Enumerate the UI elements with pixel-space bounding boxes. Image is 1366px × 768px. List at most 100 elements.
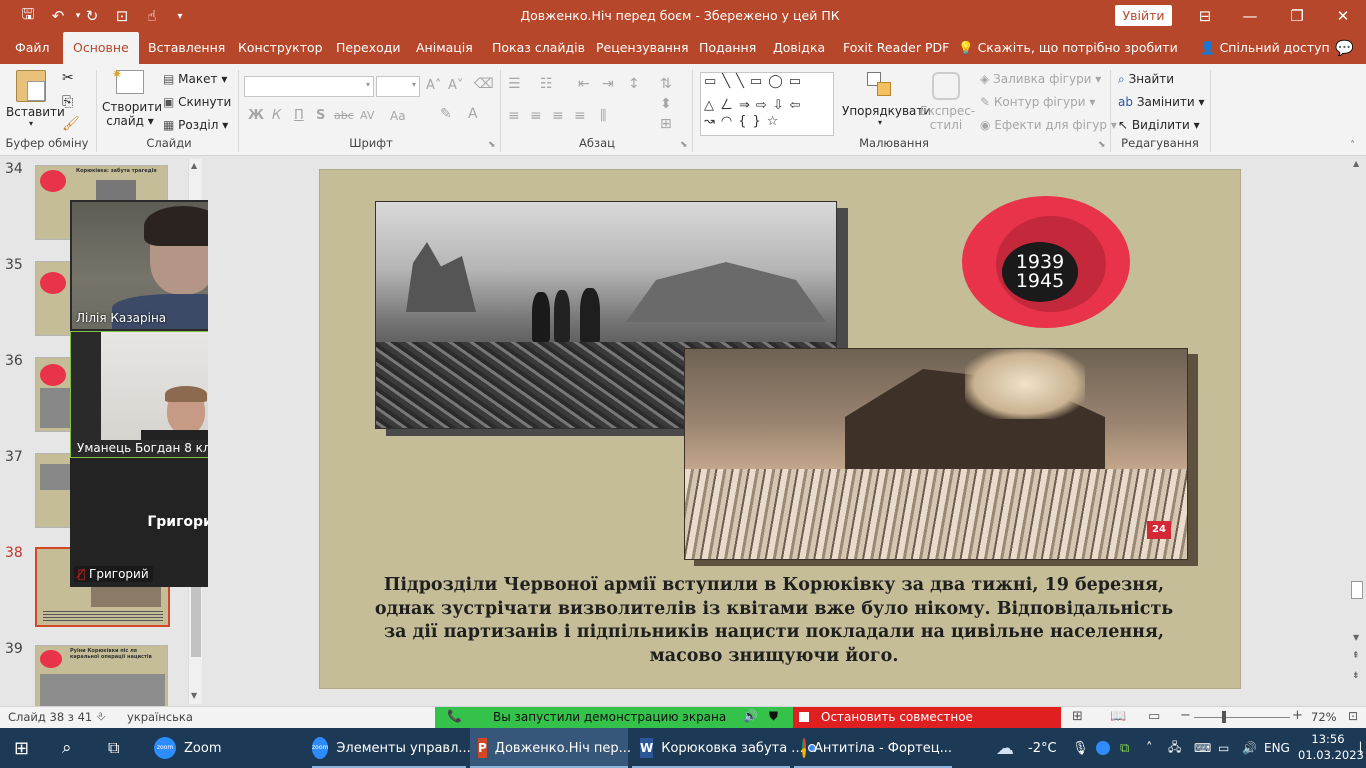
copy-icon[interactable]: ⎘ — [62, 94, 73, 110]
taskbar-item-zoom-controls[interactable]: zoom Элементы управл... — [312, 728, 471, 768]
drawing-launcher-icon[interactable]: ⬊ — [1098, 140, 1106, 150]
tab-insert[interactable]: Вставлення — [148, 32, 225, 64]
replace-button[interactable]: ab Замінити ▾ — [1118, 95, 1205, 109]
numbering-icon[interactable]: ☷ — [540, 76, 553, 92]
show-hidden-icons[interactable]: ˄ — [1146, 728, 1153, 768]
clear-format-icon[interactable]: ⌫ — [474, 76, 494, 92]
decrease-font-icon[interactable]: A˅ — [448, 78, 463, 93]
fit-to-window-icon[interactable]: ⊡ — [1348, 709, 1358, 723]
zoom-out-icon[interactable]: − — [1180, 708, 1191, 723]
shapes-gallery[interactable]: ▭╲╲▭◯▭ △ㄥ⇒⇨⇩⇦ ↝◠{}☆ — [700, 72, 834, 136]
bullets-icon[interactable]: ☰ — [508, 76, 521, 92]
spell-check-icon[interactable]: ⎀ — [96, 709, 106, 724]
next-slide-icon[interactable]: ⇟ — [1352, 671, 1360, 681]
slide-editor[interactable]: 1939 1945 24 Підрозділи Червоної армії в… — [208, 157, 1348, 706]
align-right-icon[interactable]: ≡ — [552, 108, 564, 124]
font-size-box[interactable]: ▾ — [376, 76, 420, 97]
normal-view-icon[interactable]: ⊞ — [1072, 709, 1083, 724]
slide-scroll-thumb[interactable] — [1351, 581, 1363, 599]
taskbar-item-word[interactable]: W Корюковка забута ... — [632, 728, 804, 768]
slide[interactable]: 1939 1945 24 Підрозділи Червоної армії в… — [319, 169, 1241, 689]
paste-button[interactable]: Вставити ▾ — [6, 70, 65, 128]
quick-styles-button[interactable]: Експрес- стилі — [920, 72, 975, 132]
tellme-box[interactable]: 💡 Скажіть, що потрібно зробити — [958, 32, 1178, 64]
cut-icon[interactable]: ✂ — [62, 70, 74, 86]
zoom-slider[interactable] — [1194, 717, 1290, 718]
zoom-level[interactable]: 72% — [1311, 710, 1337, 724]
tab-home[interactable]: Основне — [63, 32, 139, 64]
tab-transitions[interactable]: Переходи — [336, 32, 401, 64]
font-name-box[interactable]: ▾ — [244, 76, 374, 97]
slide-count[interactable]: Слайд 38 з 41 — [8, 710, 92, 724]
zoom-in-icon[interactable]: + — [1292, 708, 1303, 723]
increase-font-icon[interactable]: A˄ — [426, 78, 441, 93]
weather-cloud-icon[interactable]: ☁ — [996, 728, 1014, 768]
italic-button[interactable]: К — [272, 108, 281, 123]
highlight-icon[interactable]: ✎ — [440, 106, 452, 122]
format-painter-icon[interactable]: 🖌 — [62, 116, 80, 132]
screen-share-banner[interactable]: 📞 Вы запустили демонстрацию экрана 🔊 ⛊ — [435, 707, 793, 729]
restore-icon[interactable]: ❐ — [1287, 6, 1307, 26]
ribbon-display-icon[interactable]: ⊟ — [1195, 6, 1215, 26]
tab-review[interactable]: Рецензування — [596, 32, 689, 64]
underline-button[interactable]: П — [294, 108, 304, 123]
input-language[interactable]: ENG — [1264, 728, 1290, 768]
layout-button[interactable]: ▤ Макет ▾ — [163, 72, 227, 86]
previous-slide-icon[interactable]: ⇞ — [1352, 651, 1360, 661]
text-direction-icon[interactable]: ⇅ — [660, 76, 672, 92]
comments-icon[interactable]: 💬 — [1335, 32, 1354, 64]
stop-share-button[interactable]: Остановить совместное использование — [793, 707, 1061, 738]
share-button[interactable]: 👤 Спільний доступ — [1200, 32, 1330, 64]
align-center-icon[interactable]: ≡ — [530, 108, 542, 124]
font-color-icon[interactable]: A — [468, 106, 478, 122]
tab-design[interactable]: Конструктор — [238, 32, 323, 64]
section-button[interactable]: ▦ Розділ ▾ — [163, 118, 228, 132]
tab-file[interactable]: Файл — [15, 32, 50, 64]
bold-button[interactable]: Ж — [248, 108, 264, 123]
arrange-button[interactable]: Упорядкувати ▾ — [842, 72, 931, 127]
case-button[interactable]: Aa — [390, 109, 406, 123]
tab-slideshow[interactable]: Показ слайдів — [492, 32, 585, 64]
reset-button[interactable]: ▣ Скинути — [163, 95, 231, 109]
slide-caption[interactable]: Підрозділи Червоної армії вступили в Кор… — [364, 574, 1184, 668]
display-icon[interactable]: ▭ — [1218, 728, 1229, 768]
slideshow-view-icon[interactable]: ▭ — [1148, 709, 1160, 724]
collapse-ribbon-icon[interactable]: ˄ — [1350, 140, 1355, 151]
signin-button[interactable]: Увійти — [1115, 5, 1172, 26]
tray-zoom-icon[interactable] — [1096, 728, 1110, 768]
smartart-icon[interactable]: ⊞ — [660, 116, 672, 132]
taskbar-item-powerpoint-active[interactable]: P Довженко.Ніч пер... — [470, 728, 631, 768]
redo-icon[interactable]: ↻ — [82, 6, 102, 26]
tab-animations[interactable]: Анімація — [416, 32, 473, 64]
tab-foxit[interactable]: Foxit Reader PDF — [843, 32, 949, 64]
new-slide-button[interactable]: ✷ Створити слайд ▾ — [102, 67, 162, 128]
burning-house-photo[interactable]: 24 — [684, 348, 1188, 560]
shape-outline-button[interactable]: ✎ Контур фігури ▾ — [980, 95, 1095, 109]
notifications-icon[interactable]: ▏ — [1360, 728, 1366, 768]
shape-effects-button[interactable]: ◉ Ефекти для фігур ▾ — [980, 118, 1117, 132]
thumbnail-scroll-thumb[interactable] — [191, 579, 201, 657]
volume-icon[interactable]: 🔊 — [1242, 728, 1257, 768]
columns-icon[interactable]: ⫼ — [600, 108, 606, 124]
tab-view[interactable]: Подання — [699, 32, 756, 64]
paragraph-launcher-icon[interactable]: ⬊ — [680, 140, 688, 150]
microphone-icon[interactable]: 🎙 — [1072, 728, 1089, 768]
tab-help[interactable]: Довідка — [773, 32, 825, 64]
network-icon[interactable]: 🖧 — [1168, 728, 1181, 768]
taskbar-item-chrome[interactable]: Антитіла - Фортец... — [794, 728, 952, 768]
weather-temp[interactable]: -2°C — [1028, 728, 1057, 768]
increase-indent-icon[interactable]: ⇥ — [602, 76, 614, 92]
reading-view-icon[interactable]: 📖 — [1110, 709, 1126, 724]
minimize-icon[interactable]: — — [1240, 6, 1260, 26]
select-button[interactable]: ↖ Виділити ▾ — [1118, 118, 1200, 132]
line-spacing-icon[interactable]: ↕ — [628, 76, 640, 92]
justify-icon[interactable]: ≡ — [574, 108, 586, 124]
scroll-up-icon[interactable]: ▲ — [191, 161, 197, 170]
align-text-icon[interactable]: ⬍ — [660, 96, 672, 112]
customize-qat-icon[interactable]: ▾ — [170, 6, 190, 26]
scroll-down-icon[interactable]: ▼ — [191, 691, 197, 700]
shadow-button[interactable]: S — [316, 108, 325, 123]
scroll-up-icon[interactable]: ▲ — [1353, 159, 1359, 168]
taskbar-search-icon[interactable]: ⌕ — [62, 728, 72, 768]
save-icon[interactable]: 🖫 — [18, 5, 38, 26]
